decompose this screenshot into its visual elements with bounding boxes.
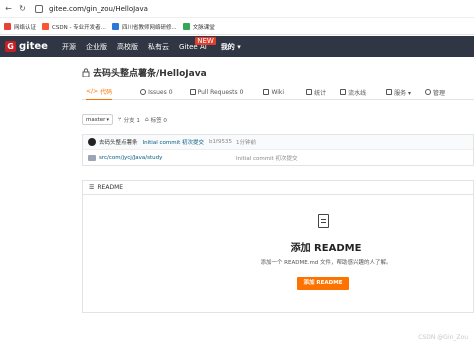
pipeline-icon — [340, 89, 347, 95]
nav-education[interactable]: 高校版 — [117, 42, 138, 52]
readme-empty-description: 添加一个 README.md 文件，帮助感兴趣的人了解。 — [260, 260, 392, 266]
browser-address-bar: ← ↻ gitee.com/gin_zou/HelloJava — [0, 0, 474, 18]
tab-label: 管理 — [433, 89, 446, 97]
tag-icon: ⌂ — [144, 116, 149, 123]
nav-opensource[interactable]: 开源 — [62, 42, 76, 52]
settings-icon — [425, 89, 432, 95]
commit-author[interactable]: 去码头整点薯条 — [99, 138, 138, 146]
tab-count: 0 — [239, 88, 244, 96]
bookmark-icon — [42, 23, 50, 30]
branch-count: 分支 1 — [123, 117, 140, 124]
nav-enterprise[interactable]: 企业版 — [86, 42, 107, 52]
readme-header: ☰ README — [83, 181, 473, 195]
latest-commit-row: 去码头整点薯条 Initial commit 初次提交 b1f9535 1分钟前 — [83, 135, 473, 150]
tab-label: Wiki — [271, 88, 285, 96]
tab-code[interactable]: </> 代码 — [86, 85, 113, 100]
bookmarks-bar: 网络认证 CSDN - 专业开发者... 四川省教师网络研修... 文脉课堂 — [0, 19, 474, 35]
readme-panel: ☰ README 添加 README 添加一个 README.md 文件，帮助感… — [82, 180, 474, 313]
table-row[interactable]: src/com/jycj/Java/study Initial commit 初… — [83, 150, 473, 165]
avatar[interactable] — [88, 138, 96, 146]
tag-count: 标签 0 — [150, 117, 167, 124]
commit-message[interactable]: Initial commit 初次提交 — [143, 138, 205, 146]
file-path[interactable]: src/com/jycj/Java/study — [99, 155, 162, 161]
commit-sha[interactable]: b1f9535 — [209, 139, 232, 145]
branch-icon: ⑂ — [118, 116, 122, 123]
bookmark-item[interactable]: 文脉课堂 — [182, 23, 215, 31]
tab-wiki[interactable]: Wiki — [263, 85, 284, 100]
issues-icon — [140, 89, 147, 95]
new-badge: NEW — [195, 36, 216, 45]
bookmark-label: 网络认证 — [14, 24, 37, 31]
branch-bar: master ▾ ⑂ 分支 1 ⌂ 标签 0 — [82, 114, 167, 125]
site-header: G gitee 开源 企业版 高校版 私有云 Gitee AI NEW 我的 ▾ — [0, 36, 474, 57]
readme-empty-title: 添加 README — [290, 243, 362, 254]
bookmark-icon — [182, 23, 190, 30]
url-text[interactable]: gitee.com/gin_zou/HelloJava — [49, 5, 148, 13]
watermark: CSDN @Gin_Zou — [418, 334, 468, 341]
tab-label: 服务 ▾ — [394, 89, 412, 97]
service-icon — [386, 89, 393, 95]
bookmark-icon — [111, 23, 119, 30]
code-icon: </> — [86, 88, 99, 95]
bookmark-label: 四川省教师网络研修... — [121, 24, 177, 31]
bookmark-label: 文脉课堂 — [192, 24, 215, 31]
pull-request-icon — [189, 89, 196, 95]
logo-text: gitee — [19, 41, 48, 52]
tab-count: 0 — [168, 88, 173, 96]
gitee-logo-icon: G — [5, 41, 16, 52]
lock-icon — [82, 68, 90, 77]
commit-time: 1分钟前 — [235, 140, 256, 146]
branch-count-link[interactable]: ⑂ 分支 1 — [118, 116, 140, 124]
stats-icon — [306, 89, 313, 95]
gitee-logo[interactable]: G gitee — [0, 41, 62, 52]
folder-icon — [88, 154, 96, 161]
document-icon — [318, 214, 329, 228]
repo-title: 去码头整点薯条/HelloJava — [82, 66, 207, 79]
tab-stats[interactable]: 统计 — [306, 85, 326, 100]
bookmark-label: CSDN - 专业开发者... — [52, 24, 106, 31]
readme-list-icon: ☰ — [89, 184, 95, 191]
wiki-icon — [263, 89, 270, 95]
header-nav: 开源 企业版 高校版 私有云 Gitee AI NEW 我的 ▾ — [62, 36, 241, 52]
branch-select-value: master — [86, 116, 106, 123]
file-table: 去码头整点薯条 Initial commit 初次提交 b1f9535 1分钟前… — [82, 134, 474, 166]
tab-manage[interactable]: 管理 — [425, 85, 445, 100]
back-icon[interactable]: ← — [4, 4, 13, 13]
tab-services[interactable]: 服务 ▾ — [386, 85, 411, 100]
add-readme-button[interactable]: 添加 README — [297, 277, 349, 290]
branch-select[interactable]: master ▾ — [82, 114, 113, 125]
tab-label: 统计 — [314, 89, 327, 97]
bookmark-item[interactable]: CSDN - 专业开发者... — [42, 23, 106, 31]
readme-header-label: README — [97, 184, 124, 191]
tag-count-link[interactable]: ⌂ 标签 0 — [145, 116, 167, 124]
bookmark-item[interactable]: 网络认证 — [4, 23, 36, 31]
tab-label: 代码 — [100, 89, 113, 96]
tab-issues[interactable]: Issues 0 — [140, 85, 173, 100]
tab-label: 流水线 — [348, 89, 367, 97]
nav-private-cloud[interactable]: 私有云 — [148, 42, 169, 52]
tab-label: Pull Requests — [197, 88, 238, 96]
chevron-down-icon: ▾ — [106, 116, 109, 123]
repo-name[interactable]: 去码头整点薯条/HelloJava — [93, 66, 207, 79]
tab-label: Issues — [148, 88, 167, 96]
tab-pull-requests[interactable]: Pull Requests 0 — [189, 85, 244, 100]
reload-icon[interactable]: ↻ — [18, 4, 27, 13]
bookmark-item[interactable]: 四川省教师网络研修... — [111, 23, 177, 31]
tab-pipeline[interactable]: 流水线 — [340, 85, 366, 100]
site-info-icon[interactable] — [35, 4, 43, 13]
bookmark-icon — [4, 23, 11, 30]
nav-gitee-ai[interactable]: Gitee AI NEW — [179, 36, 216, 51]
file-last-commit[interactable]: Initial commit 初次提交 — [236, 154, 298, 162]
repo-tabs: </> 代码 Issues 0 Pull Requests 0 Wiki 统计 … — [82, 85, 474, 100]
nav-mine-dropdown[interactable]: 我的 ▾ — [221, 42, 241, 52]
